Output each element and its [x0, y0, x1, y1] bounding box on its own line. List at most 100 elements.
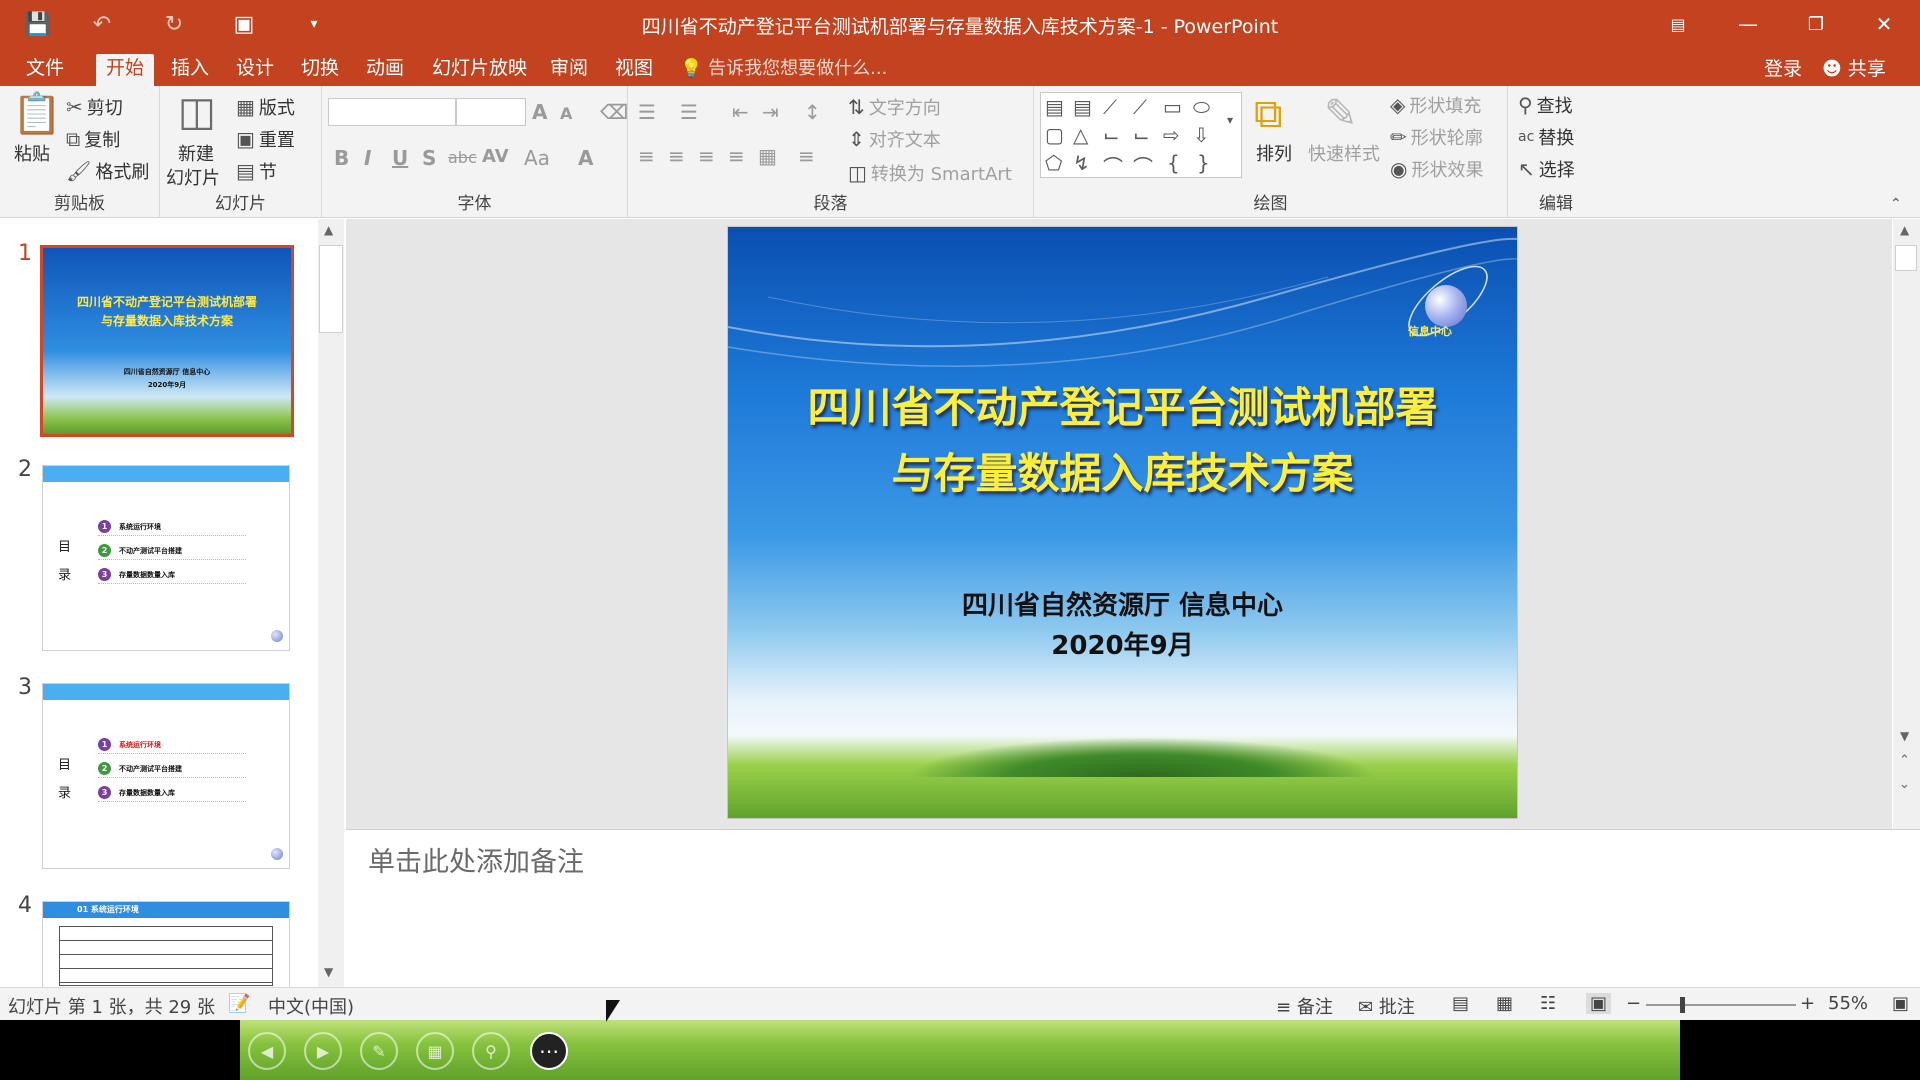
select-button[interactable]: ↖ 选择	[1518, 156, 1575, 182]
quick-styles-button[interactable]: 快速样式	[1308, 140, 1380, 166]
increase-indent-icon[interactable]: ⇥	[762, 100, 779, 124]
fit-slide-icon[interactable]: ▣	[1892, 993, 1909, 1014]
notes-placeholder[interactable]: 单击此处添加备注	[368, 840, 584, 879]
gallery-more-icon[interactable]: ▾	[1227, 113, 1233, 127]
paste-icon[interactable]: 📋	[12, 94, 62, 134]
arrow-line-icon[interactable]: ⟋	[1133, 95, 1147, 119]
replace-button[interactable]: ac 替换	[1518, 124, 1574, 150]
slide-thumbnail-1[interactable]: 四川省不动产登记平台测试机部署 与存量数据入库技术方案 四川省自然资源厅 信息中心…	[40, 245, 294, 437]
spell-check-icon[interactable]: 📝	[228, 993, 250, 1014]
underline-button[interactable]: U	[392, 146, 408, 170]
zoom-slider[interactable]	[1646, 1004, 1796, 1006]
align-text-button[interactable]: ⇕ 对齐文本	[848, 126, 941, 152]
change-case-button[interactable]: Aa	[524, 146, 550, 170]
font-size-select[interactable]	[456, 98, 526, 126]
reset-button[interactable]: ▣ 重置	[236, 126, 295, 152]
zoom-level[interactable]: 55%	[1828, 993, 1868, 1014]
login-link[interactable]: 登录	[1764, 54, 1802, 81]
notes-pane[interactable]: 单击此处添加备注	[346, 829, 1920, 987]
copy-button[interactable]: ⧉ 复制	[66, 126, 120, 152]
right-arrow-shape-icon[interactable]: ⇨	[1163, 123, 1180, 147]
next-icon[interactable]: ▶	[304, 1032, 342, 1070]
arc-icon[interactable]: ⌒	[1103, 151, 1123, 180]
line-shape-icon[interactable]: ⟋	[1103, 95, 1117, 119]
quick-styles-icon[interactable]: ✎	[1324, 94, 1358, 134]
reading-view-icon[interactable]: ☷	[1540, 993, 1556, 1014]
shapes-gallery[interactable]: ▤ ▤ ⟋ ⟋ ▭ ⬭ ▢ △ ⌙ ⌙ ⇨ ⇩ ⬠ ↯ ⌒ ⌒ { } ▾	[1040, 92, 1242, 180]
columns-icon[interactable]: ≡	[798, 144, 815, 168]
font-color-button[interactable]: A	[578, 146, 593, 170]
slideshow-view-icon[interactable]: ▣	[1586, 993, 1612, 1014]
align-right-icon[interactable]: ≡	[698, 144, 715, 168]
smartart-button[interactable]: ◫ 转换为 SmartArt	[848, 160, 1012, 186]
tab-home[interactable]: 开始	[96, 54, 155, 86]
notes-toggle[interactable]: ≡ 备注	[1276, 993, 1333, 1019]
zoom-in-icon[interactable]: +	[1800, 993, 1815, 1014]
tab-review[interactable]: 审阅	[540, 54, 598, 86]
decrease-indent-icon[interactable]: ⇤	[732, 100, 749, 124]
comments-toggle[interactable]: ✉ 批注	[1358, 993, 1415, 1019]
right-brace-icon[interactable]: }	[1197, 151, 1210, 175]
tab-animations[interactable]: 动画	[356, 54, 414, 86]
numbering-icon[interactable]: ☰	[680, 100, 698, 124]
left-brace-icon[interactable]: {	[1167, 151, 1180, 175]
restore-icon[interactable]: ❐	[1793, 8, 1839, 40]
paste-button[interactable]: 粘贴	[14, 140, 50, 166]
align-left-icon[interactable]: ≡	[638, 144, 655, 168]
normal-view-icon[interactable]: ▤	[1452, 993, 1469, 1014]
thumbnail-scrollbar[interactable]: ▲ ▼	[318, 219, 344, 987]
layout-button[interactable]: ▦ 版式	[236, 94, 295, 120]
slide-thumbnail-2[interactable]: 目录 1 系统运行环境 2 不动产测试平台搭建 3 存量数据数量入库	[42, 465, 290, 651]
collapse-ribbon-icon[interactable]: ⌃	[1890, 196, 1902, 212]
format-painter-button[interactable]: 🖌 格式刷	[66, 158, 149, 184]
tab-insert[interactable]: 插入	[161, 54, 219, 86]
tab-transitions[interactable]: 切换	[291, 54, 349, 86]
language-indicator[interactable]: 中文(中国)	[268, 993, 354, 1019]
oval-shape-icon[interactable]: ⬭	[1193, 95, 1210, 119]
align-center-icon[interactable]: ≡	[668, 144, 685, 168]
shape-outline-button[interactable]: ✏ 形状轮廓	[1390, 124, 1483, 150]
new-slide-icon[interactable]: ◫	[178, 92, 216, 132]
slide-title[interactable]: 四川省不动产登记平台测试机部署 与存量数据入库技术方案	[728, 375, 1517, 507]
slide-thumbnail-3[interactable]: 目录 1 系统运行环境 2 不动产测试平台搭建 3 存量数据数量入库	[42, 683, 290, 869]
find-button[interactable]: ⚲ 查找	[1518, 92, 1573, 118]
arrange-button[interactable]: 排列	[1256, 140, 1292, 166]
clear-format-icon[interactable]: ⌫	[600, 100, 628, 124]
elbow-connector-icon[interactable]: ⌙	[1103, 123, 1120, 147]
slide-organization[interactable]: 四川省自然资源厅 信息中心	[728, 587, 1517, 625]
shadow-button[interactable]: S	[422, 146, 436, 170]
grow-font-icon[interactable]: A	[532, 100, 547, 124]
previous-slide-icon[interactable]: ⌃	[1899, 753, 1910, 768]
scroll-up-icon[interactable]: ▲	[1900, 223, 1909, 237]
slide-date[interactable]: 2020年9月	[728, 627, 1517, 665]
scroll-up-icon[interactable]: ▲	[324, 223, 333, 237]
shrink-font-icon[interactable]: A	[560, 104, 572, 123]
scroll-down-icon[interactable]: ▼	[324, 965, 333, 979]
slide-scrollbar[interactable]: ▲ ▼ ⌃ ⌄	[1893, 219, 1920, 829]
zoom-slider-thumb[interactable]	[1680, 997, 1685, 1013]
strikethrough-button[interactable]: abc	[448, 148, 477, 167]
scribble-icon[interactable]: ↯	[1073, 151, 1090, 175]
font-family-select[interactable]	[328, 98, 456, 126]
elbow-arrow-icon[interactable]: ⌙	[1133, 123, 1150, 147]
scrollbar-thumb[interactable]	[1895, 245, 1917, 271]
rounded-rect-icon[interactable]: ▢	[1045, 123, 1064, 147]
justify-icon[interactable]: ≡	[728, 144, 745, 168]
tab-design[interactable]: 设计	[226, 54, 284, 86]
distribute-icon[interactable]: ▦	[758, 144, 777, 168]
prev-icon[interactable]: ◀	[248, 1032, 286, 1070]
new-slide-line2[interactable]: 幻灯片	[166, 164, 220, 190]
section-button[interactable]: ▤ 节	[236, 158, 277, 184]
freeform-icon[interactable]: ⬠	[1045, 151, 1062, 175]
zoom-icon[interactable]: ⚲	[472, 1032, 510, 1070]
close-icon[interactable]: ✕	[1861, 8, 1907, 40]
cut-button[interactable]: ✂ 剪切	[66, 94, 123, 120]
down-arrow-shape-icon[interactable]: ⇩	[1193, 123, 1210, 147]
tab-view[interactable]: 视图	[605, 54, 663, 86]
next-slide-icon[interactable]: ⌄	[1899, 777, 1910, 792]
tab-file[interactable]: 文件	[16, 54, 74, 86]
share-button[interactable]: ☻ 共享	[1822, 54, 1886, 81]
zoom-out-icon[interactable]: −	[1626, 993, 1641, 1014]
line-spacing-icon[interactable]: ↕	[804, 100, 821, 124]
rectangle-shape-icon[interactable]: ▭	[1163, 95, 1182, 119]
